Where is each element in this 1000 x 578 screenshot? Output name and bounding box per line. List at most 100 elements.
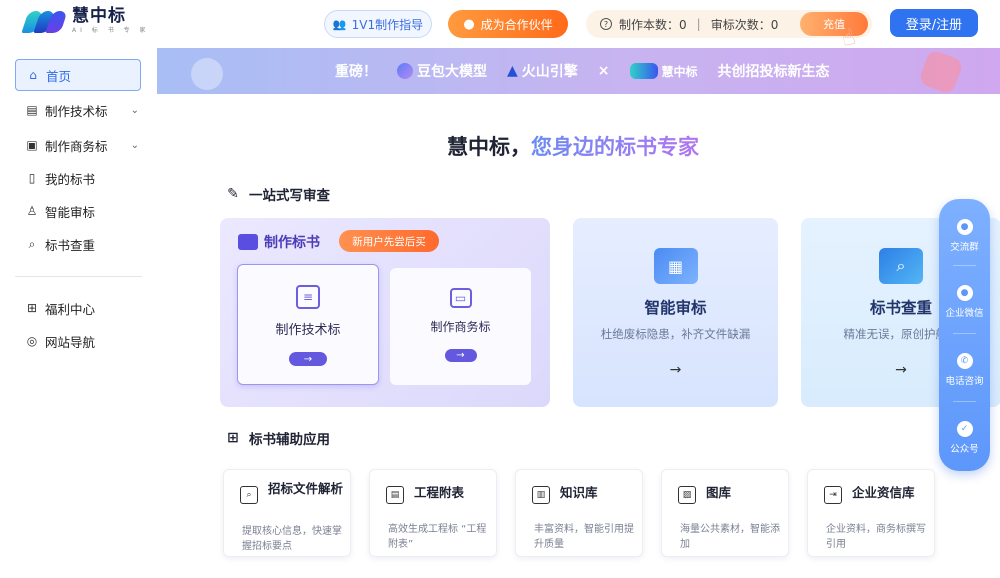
new-user-badge: 新用户先尝后买 (339, 230, 439, 252)
help-icon[interactable]: ? (600, 18, 612, 30)
tool-card-bid-parse[interactable]: ⌕ 招标文件解析 提取核心信息，快速掌握招标要点 (223, 469, 351, 557)
section-title-text: 标书辅助应用 (249, 432, 330, 448)
banner-tail: 共创招投标新生态 (717, 64, 830, 80)
handshake-icon: ● (463, 16, 475, 32)
file-icon: ▯ (28, 171, 36, 185)
sidebar-item-label: 标书查重 (45, 237, 96, 253)
smart-review-desc: 杜绝废标隐患，补齐文件缺漏 (600, 327, 751, 341)
edit-icon: ✎ (227, 186, 239, 202)
tool-title: 企业资信库 (852, 485, 915, 500)
quota-make-count: 制作本数：0 (619, 17, 687, 32)
section-title-tools: ⊞ 标书辅助应用 (225, 428, 330, 448)
logo-mark-icon (21, 7, 68, 35)
doc-icon: ▤ (26, 103, 38, 117)
top-header: 慧中标 AI 标 书 专 家 👥 1V1制作指导 ● 成为合作伙伴 ? 制作本数… (0, 0, 1000, 52)
banner-volcano: 火山引擎 (521, 64, 578, 80)
float-divider (953, 265, 976, 266)
sidebar-item-tech-bid[interactable]: ▤ 制作技术标 ⌄ (15, 94, 141, 126)
chevron-down-icon: ⌄ (130, 104, 139, 116)
section-title-one-stop: ✎ 一站式写审查 (225, 184, 330, 204)
sidebar-item-label: 制作技术标 (45, 103, 108, 119)
make-biz-bid-card[interactable]: ▭ 制作商务标 → (390, 268, 531, 385)
recharge-button[interactable]: 充值 (800, 12, 868, 36)
main-content: 慧中标，您身边的标书专家 ✎ 一站式写审查 制作标书 新用户先尝后买 ≡ 制作技… (157, 94, 1000, 578)
banner-times: × (597, 63, 610, 79)
floating-contact-bar: ● 交流群 ● 企业微信 ✆ 电话咨询 ✓ 公众号 (939, 199, 990, 471)
arrow-right-icon[interactable]: → (670, 362, 682, 378)
tool-desc: 丰富资料，智能引用提升质量 (534, 524, 634, 550)
doc-search-icon: ⌕ (240, 486, 258, 504)
official-account-icon: ✓ (956, 421, 973, 437)
chat-icon: ● (956, 219, 973, 235)
sidebar-item-label: 智能审标 (45, 204, 96, 220)
sidebar-item-site-nav[interactable]: ◎ 网站导航 (15, 325, 141, 357)
promo-banner[interactable]: 重磅！ 豆包大模型 ▲ 火山引擎 × 慧中标 共创招投标新生态 (157, 48, 1000, 96)
image-icon: ▨ (678, 486, 696, 504)
float-item-phone[interactable]: ✆ 电话咨询 (939, 353, 990, 387)
guide-label: 1V1制作指导 (351, 17, 424, 32)
logo-subtitle: AI 标 书 专 家 (72, 27, 150, 34)
decor-megaphone-icon (917, 48, 965, 96)
float-item-label: 电话咨询 (945, 376, 984, 387)
chevron-down-icon: ⌄ (130, 139, 139, 151)
arrow-right-icon[interactable]: → (895, 362, 907, 378)
sidebar-item-duplicate-check[interactable]: ⌕ 标书查重 (15, 228, 141, 260)
guide-button[interactable]: 👥 1V1制作指导 (324, 10, 432, 38)
float-divider (953, 333, 976, 334)
tool-card-credentials[interactable]: ⇥ 企业资信库 企业资料，商务标撰写引用 (807, 469, 935, 557)
arrow-right-button[interactable]: → (444, 349, 477, 362)
phone-icon: ✆ (956, 353, 973, 369)
folder-icon (238, 234, 258, 250)
sidebar-item-business-bid[interactable]: ▣ 制作商务标 ⌄ (15, 129, 141, 161)
section-title-text: 一站式写审查 (249, 188, 330, 204)
user-check-icon: ♙ (26, 204, 38, 218)
make-bid-card: 制作标书 新用户先尝后买 ≡ 制作技术标 → ▭ 制作商务标 → (220, 218, 550, 407)
sidebar-item-my-bids[interactable]: ▯ 我的标书 (15, 162, 141, 194)
login-button[interactable]: 登录/注册 (890, 9, 978, 37)
tool-card-knowledge-base[interactable]: ▥ 知识库 丰富资料，智能引用提升质量 (515, 469, 643, 557)
brand-logo-icon (629, 63, 658, 79)
sidebar-item-welfare[interactable]: ⊞ 福利中心 (15, 292, 141, 324)
partner-label: 成为合作伙伴 (480, 17, 553, 32)
briefcase-icon: ▣ (26, 138, 38, 152)
briefcase-icon: ▭ (449, 288, 472, 308)
logo[interactable]: 慧中标 AI 标 书 专 家 (21, 7, 150, 35)
banner-doubao: 豆包大模型 (417, 64, 487, 80)
decor-bubble (191, 58, 223, 90)
make-bid-title: 制作标书 (264, 235, 320, 251)
float-item-official-account[interactable]: ✓ 公众号 (939, 421, 990, 455)
book-icon: ▥ (532, 486, 550, 504)
search-doc-icon: ⌕ (879, 248, 923, 284)
search-doc-icon: ⌕ (28, 236, 36, 251)
smart-review-card[interactable]: ▦ 智能审标 杜绝废标隐患，补齐文件缺漏 → (573, 218, 778, 407)
slogan-main: 慧中标， (447, 135, 531, 159)
make-tech-bid-card[interactable]: ≡ 制作技术标 → (237, 264, 379, 385)
float-item-label: 公众号 (950, 444, 979, 455)
upload-doc-icon: ⇥ (824, 486, 842, 504)
sidebar-item-home[interactable]: ⌂ 首页 (15, 59, 141, 91)
sidebar-item-smart-review[interactable]: ♙ 智能审标 (15, 195, 141, 227)
tool-card-gallery[interactable]: ▨ 图库 海量公共素材，智能添加 (661, 469, 789, 557)
make-biz-bid-label: 制作商务标 (430, 320, 491, 334)
sidebar-item-label: 首页 (46, 68, 72, 84)
sidebar-item-label: 制作商务标 (45, 138, 108, 154)
tool-title: 招标文件解析 (268, 481, 344, 496)
smart-review-title: 智能审标 (644, 299, 707, 317)
sidebar-item-label: 我的标书 (45, 171, 96, 187)
quota-review-count: 审标次数：0 (710, 17, 779, 32)
wechat-work-icon: ● (956, 285, 973, 301)
compass-icon: ◎ (26, 334, 38, 348)
doubao-logo-icon (397, 63, 413, 79)
float-item-wechat-work[interactable]: ● 企业微信 (939, 285, 990, 319)
slogan-highlight: 您身边的标书专家 (531, 135, 699, 159)
float-divider (953, 401, 976, 402)
review-doc-icon: ▦ (653, 248, 698, 284)
banner-lead: 重磅！ (335, 64, 377, 80)
tool-card-engineering-table[interactable]: ▤ 工程附表 高效生成工程标 “工程附表” (369, 469, 497, 557)
float-item-group-chat[interactable]: ● 交流群 (939, 219, 990, 253)
float-item-label: 企业微信 (945, 308, 984, 319)
arrow-right-button[interactable]: → (289, 352, 327, 366)
tool-title: 工程附表 (414, 485, 465, 500)
partner-button[interactable]: ● 成为合作伙伴 (448, 10, 568, 38)
sidebar-divider (15, 276, 142, 277)
